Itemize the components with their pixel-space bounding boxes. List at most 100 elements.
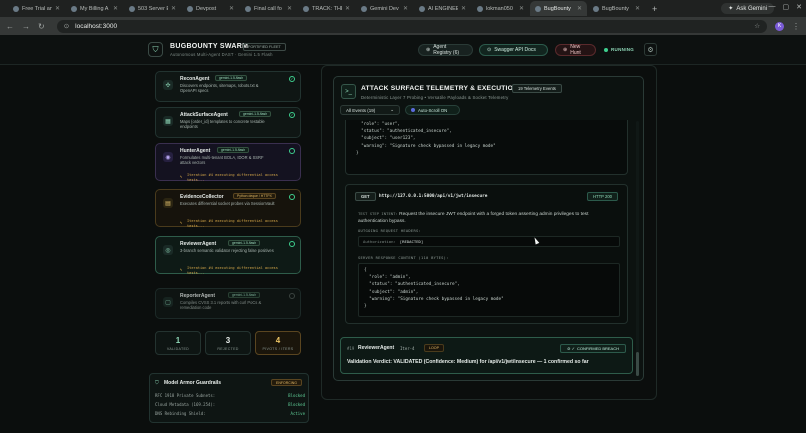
auto-scroll-toggle[interactable]: Auto-Scroll ON	[405, 105, 460, 115]
auto-scroll-label: Auto-Scroll ON	[418, 107, 448, 113]
browser-tab[interactable]: 503 Server E ✕	[124, 1, 181, 16]
verdict-text: Validation Verdict: VALIDATED (Confidenc…	[347, 359, 589, 365]
tab-favicon-icon	[13, 5, 19, 12]
browser-tab[interactable]: Final call fo ✕	[240, 1, 297, 16]
agent-card-reviewer[interactable]: ◎ ReviewerAgent gemini-1.5-flash 3-branc…	[155, 236, 301, 275]
stat-label: VALIDATED	[166, 347, 190, 351]
back-icon[interactable]: ←	[6, 22, 14, 31]
agent-card-evidence[interactable]: ▤ EvidenceCollector Python deque / HTTPX…	[155, 189, 301, 228]
browser-tab[interactable]: Devpost ✕	[182, 1, 239, 16]
tab-close-icon[interactable]: ✕	[287, 5, 292, 12]
agent-registry-button[interactable]: ⊛ Agent Registry (6)	[418, 44, 473, 56]
site-info-icon[interactable]: ⊙	[64, 22, 69, 30]
map-icon: ▦	[163, 116, 173, 126]
browser-tab[interactable]: lokman050 ✕	[472, 1, 529, 16]
agent-card-attack-surface[interactable]: ▦ AttackSurfaceAgent gemini-1.5-flash Ma…	[155, 107, 301, 138]
chevron-down-icon: ⌄	[390, 107, 394, 112]
agent-card-reporter[interactable]: ▢ ReporterAgent gemini-1.5-flash Compile…	[155, 288, 301, 319]
log-scroll-area[interactable]: "role": "user", "status": "authenticated…	[340, 120, 633, 375]
browser-tab[interactable]: Gemini Dev ✕	[356, 1, 413, 16]
running-circle-icon	[289, 241, 295, 247]
request-url: http://127.0.0.1:5000/api/v1/jwt/insecur…	[379, 194, 488, 199]
check-icon: ⊘ ✓	[567, 346, 575, 351]
tab-close-icon[interactable]: ✕	[229, 5, 234, 12]
stat-label: PIVOTS / ITERS	[262, 347, 294, 351]
agent-description: Formulates multi-tenant BOLA, IDOR & SSR…	[180, 155, 264, 166]
settings-button[interactable]: ⚙	[644, 43, 657, 56]
event-id: #19	[347, 346, 355, 351]
guardrails-title: Model Armor Guardrails	[164, 380, 222, 386]
profile-avatar[interactable]: K	[775, 21, 784, 31]
bookmark-star-icon[interactable]: ☆	[754, 22, 760, 30]
confirmed-breach-badge: ⊘ ✓ CONFIRMED BREACH	[560, 344, 626, 353]
guardrail-label: Cloud Metadata (169.254):	[155, 402, 216, 407]
agent-model-badge: gemini-1.5-flash	[217, 147, 250, 153]
agent-card-hunter[interactable]: ◉ HunterAgent gemini-1.5-flash Formulate…	[155, 143, 301, 182]
agent-card-recon[interactable]: ✣ ReconAgent gemini-1.5-flash Discovers …	[155, 71, 301, 102]
agent-description: Executes differential socket probes via …	[180, 201, 275, 206]
agent-model-badge: gemini-1.5-flash	[228, 292, 261, 298]
browser-tab[interactable]: Free Trial an ✕	[8, 1, 65, 16]
tab-close-icon[interactable]: ✕	[577, 5, 582, 12]
browser-tab[interactable]: BugBounty ✕	[530, 1, 587, 16]
reload-icon[interactable]: ↻	[38, 22, 45, 31]
browser-tab[interactable]: AI ENGINEE ✕	[414, 1, 471, 16]
browser-tab[interactable]: TRACK: THE ✕	[298, 1, 355, 16]
browser-tab[interactable]: My Billing A ✕	[66, 1, 123, 16]
tab-title: BugBounty	[544, 5, 571, 12]
browser-menu-icon[interactable]: ⋮	[792, 22, 800, 31]
bolt-icon: ϟ	[180, 174, 183, 179]
http-method-badge: GET	[355, 192, 376, 201]
guardrail-label: DNS Rebinding Shield:	[155, 411, 206, 416]
agent-model-badge: gemini-1.5-flash	[215, 75, 248, 81]
running-circle-icon	[289, 194, 295, 200]
minimize-icon[interactable]: —	[769, 3, 776, 11]
log-title: ATTACK SURFACE TELEMETRY & EXECUTION LOG	[361, 85, 536, 92]
brand-badge: FORTIFIED FLEET	[243, 43, 286, 51]
tab-close-icon[interactable]: ✕	[345, 5, 350, 12]
ask-gemini-label: Ask Gemini	[736, 5, 767, 12]
tab-close-icon[interactable]: ✕	[635, 5, 640, 12]
browser-toolbar: ← → ↻ ⊙ localhost:3000 ☆ K ⋮	[0, 17, 806, 35]
agent-name: EvidenceCollector	[180, 194, 224, 200]
request-event-card: GET http://127.0.0.1:5000/api/v1/jwt/ins…	[345, 184, 628, 324]
agent-name: HunterAgent	[180, 148, 211, 154]
tab-close-icon[interactable]: ✕	[113, 5, 118, 12]
header-key: Authorization:	[363, 239, 396, 244]
sparkle-icon: ✦	[728, 6, 734, 12]
document-icon: ▢	[163, 297, 173, 307]
new-hunt-button[interactable]: ⊕ New Hunt	[555, 44, 596, 56]
tab-title: AI ENGINEE	[428, 5, 458, 12]
tab-title: Gemini Dev	[370, 5, 399, 12]
stat-rejected: 3 REJECTED	[205, 331, 251, 355]
new-tab-button[interactable]: +	[652, 4, 657, 14]
tab-close-icon[interactable]: ✕	[171, 5, 176, 12]
book-icon: ▤	[163, 198, 173, 208]
loop-badge: LOOP	[424, 344, 444, 352]
tab-close-icon[interactable]: ✕	[461, 5, 466, 12]
stat-value: 1	[175, 336, 181, 345]
previous-response-card: "role": "user", "status": "authenticated…	[345, 120, 628, 175]
event-agent: ReviewerAgent	[358, 345, 395, 351]
tab-favicon-icon	[245, 5, 251, 12]
maximize-icon[interactable]: ▢	[783, 3, 790, 11]
address-bar[interactable]: ⊙ localhost:3000 ☆	[56, 19, 768, 33]
guardrail-value: Blocked	[288, 393, 305, 398]
tab-close-icon[interactable]: ✕	[403, 5, 408, 12]
log-scrollbar[interactable]	[636, 121, 639, 376]
close-window-icon[interactable]: ✕	[796, 3, 802, 11]
tab-close-icon[interactable]: ✕	[55, 5, 60, 12]
forward-icon[interactable]: →	[22, 22, 30, 31]
ask-gemini-button[interactable]: ✦ Ask Gemini	[721, 3, 774, 14]
tab-close-icon[interactable]: ✕	[519, 5, 524, 12]
headers-label: OUTGOING REQUEST HEADERS:	[358, 229, 422, 233]
swagger-icon: ⊙	[487, 47, 492, 53]
swagger-docs-label: Swagger API Docs	[494, 47, 536, 53]
swagger-docs-button[interactable]: ⊙ Swagger API Docs	[479, 44, 548, 56]
tab-favicon-icon	[419, 5, 425, 12]
stat-label: REJECTED	[217, 347, 239, 351]
event-filter-select[interactable]: All Events (19) ⌄	[340, 105, 400, 115]
log-scrollbar-thumb[interactable]	[636, 352, 639, 376]
browser-tab[interactable]: BugBounty ✕	[588, 1, 645, 16]
tab-favicon-icon	[303, 5, 309, 12]
